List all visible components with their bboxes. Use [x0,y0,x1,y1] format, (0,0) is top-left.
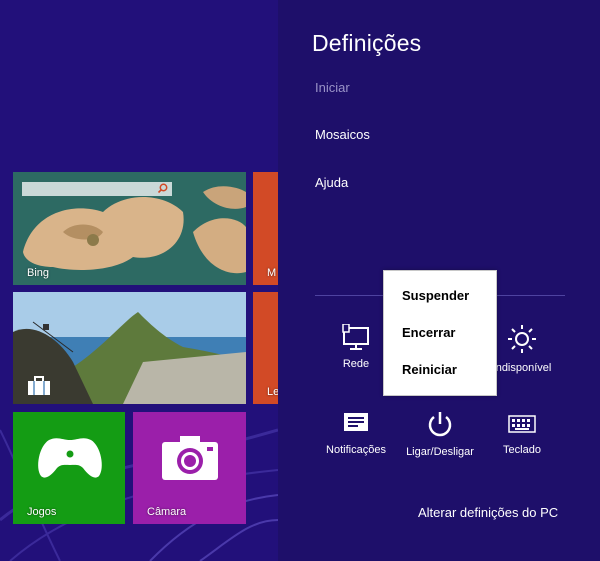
keyboard-button[interactable]: Teclado [484,410,560,480]
tile-camara[interactable]: Câmara [133,412,246,524]
power-menu-shutdown[interactable]: Encerrar [402,325,455,340]
tile-partial-bottom[interactable]: Le [253,292,278,404]
settings-link-iniciar[interactable]: Iniciar [315,80,350,95]
search-icon [157,183,168,194]
tile-bing-label: Bing [27,267,50,279]
bing-search-box[interactable] [22,182,172,196]
tile-partial-top-label: M [267,267,277,279]
start-screen: Bing M Le Jogos Câmara [0,0,278,561]
settings-link-ajuda[interactable]: Ajuda [315,175,348,190]
settings-title: Definições [312,30,422,56]
gamepad-icon [38,438,102,478]
suitcase-icon [28,376,50,395]
power-icon [428,412,452,437]
power-label: Ligar/Desligar [406,446,474,458]
network-icon [342,324,369,350]
power-menu-restart[interactable]: Reiniciar [402,362,457,377]
notifications-label: Notificações [326,444,386,456]
tile-partial-bottom-label: Le [267,386,278,398]
tile-bing[interactable]: Bing [13,172,246,285]
notifications-icon [344,413,368,431]
power-menu-suspend[interactable]: Suspender [402,288,469,303]
tile-jogos[interactable]: Jogos [13,412,125,524]
notifications-button[interactable]: Notificações [318,410,394,480]
tile-travel[interactable] [13,292,246,404]
power-button[interactable]: Ligar/Desligar [402,410,478,480]
change-pc-settings-link[interactable]: Alterar definições do PC [418,505,558,520]
tile-partial-top[interactable]: M [253,172,278,285]
camera-icon [162,436,218,480]
settings-link-mosaicos[interactable]: Mosaicos [315,127,370,142]
tile-jogos-label: Jogos [27,506,57,518]
power-menu: Suspender Encerrar Reiniciar [383,270,497,396]
brightness-icon [508,325,536,353]
keyboard-label: Teclado [503,444,541,456]
keyboard-icon [508,415,536,433]
tile-camara-label: Câmara [147,506,187,518]
